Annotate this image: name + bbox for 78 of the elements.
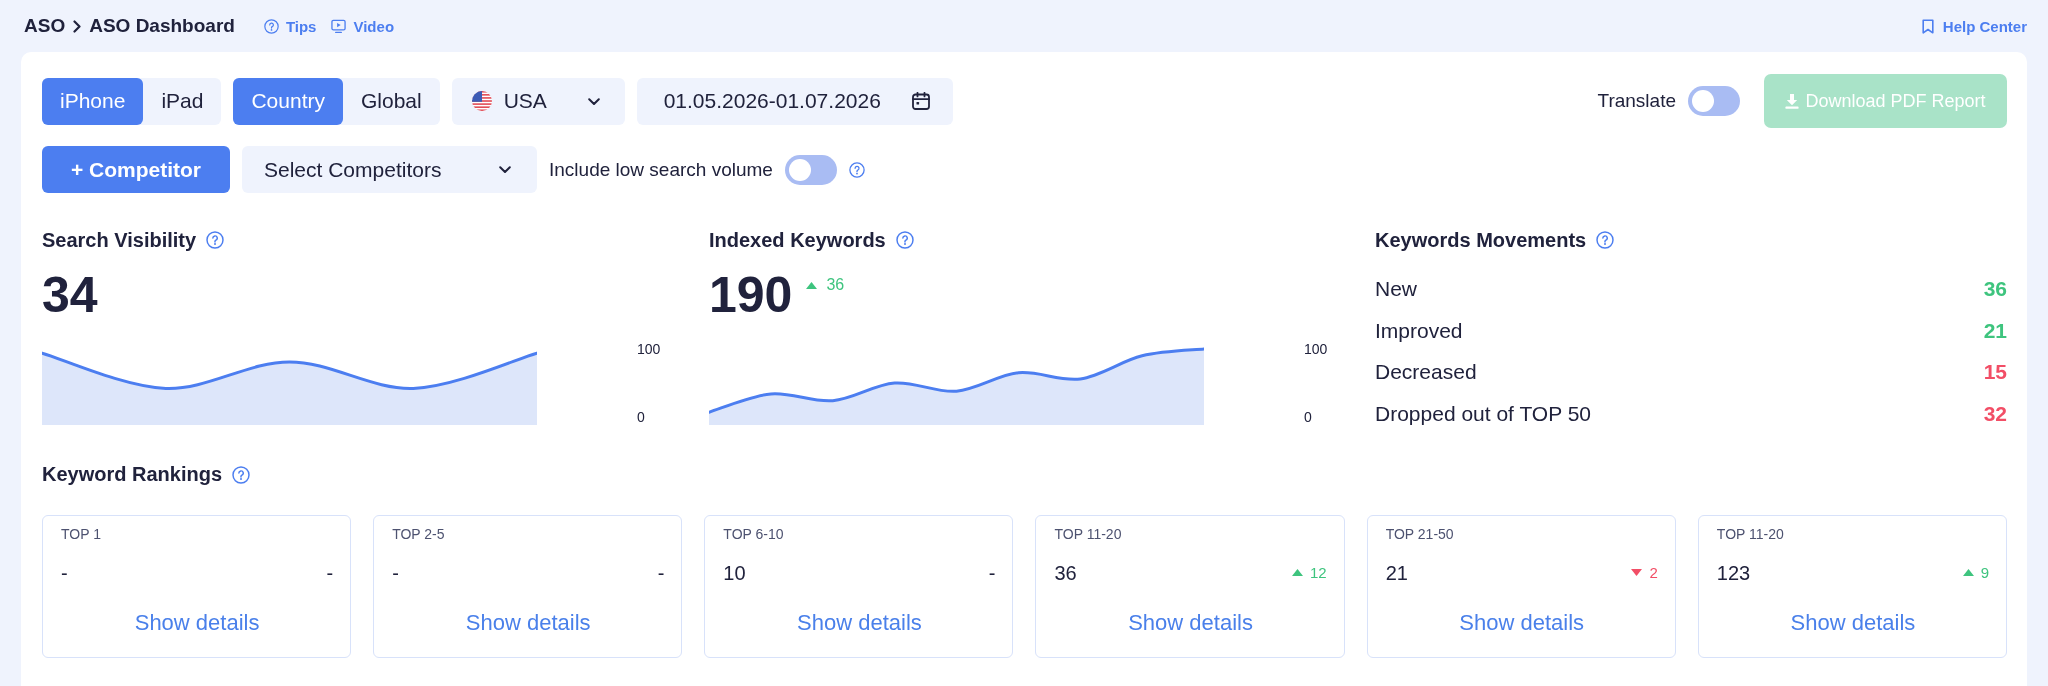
scale-label: 100 [637,341,661,357]
section-title: Keywords Movements [1375,228,1587,252]
help-center-link[interactable]: Help Center [1921,17,2027,35]
chevron-right-icon [73,19,82,33]
scale-label: 0 [637,409,645,425]
show-details-link[interactable]: Show details [1790,609,1916,636]
show-details-link[interactable]: Show details [797,609,922,636]
count-change: - [326,560,334,586]
scale-label: 0 [1304,409,1312,425]
country-dropdown[interactable]: USA [451,77,625,125]
chevron-down-icon [587,97,600,105]
competitor-dropdown[interactable]: Select Competitors [242,146,537,193]
section-title: Search Visibility [42,228,197,252]
keyword-count: 36 [1054,560,1077,586]
rank-range-label: TOP 2-5 [392,525,445,542]
segment-tab[interactable]: Global [342,77,440,125]
movement-count: 21 [1983,317,2007,344]
keyword-count: - [61,560,68,586]
add-competitor-button[interactable]: + Competitor [42,146,230,193]
help-icon[interactable] [895,231,914,249]
bookmark-icon [1921,18,1934,34]
keyword-count: 21 [1385,560,1408,586]
flag-icon [471,91,492,111]
section-title: Indexed Keywords [709,228,886,252]
video-icon [331,18,347,34]
movement-count: 36 [1983,276,2007,302]
page-title: ASO Dashboard [89,15,235,37]
help-icon[interactable] [1596,231,1615,249]
count-change: 12 [1309,563,1327,582]
count-change: 9 [1980,563,1989,582]
show-details-link[interactable]: Show details [134,609,260,636]
movement-label: Dropped out of TOP 50 [1375,400,1591,427]
metric-change: 36 [826,277,845,293]
section-title: Keyword Rankings [42,463,223,487]
count-change: - [988,560,996,586]
breadcrumb-link[interactable]: ASO [24,15,66,37]
toggle-switch[interactable] [784,154,837,185]
keyword-count: 123 [1716,560,1751,586]
keyword-count: 10 [723,560,746,586]
count-change: - [657,560,665,586]
video-link[interactable]: Video [331,17,395,35]
toggle-switch[interactable] [1688,86,1740,116]
rank-range-label: TOP 11-20 [1716,525,1784,542]
triangle-up-icon [1962,569,1974,577]
toggle-label: Include low search volume [549,158,773,181]
help-icon [263,18,279,34]
help-icon[interactable] [848,161,865,178]
scale-label: 100 [1304,341,1328,357]
help-icon[interactable] [206,231,225,249]
segment-tab[interactable]: iPad [143,77,222,125]
rank-range-label: TOP 6-10 [723,525,784,542]
date-range-picker[interactable]: 01.05.2026-01.07.2026 [636,77,953,125]
rank-range-label: TOP 11-20 [1054,525,1122,542]
triangle-down-icon [1631,569,1643,577]
movement-count: 32 [1983,400,2007,427]
metric-value: 34 [42,267,98,323]
movement-label: New [1375,276,1417,302]
show-details-link[interactable]: Show details [1459,609,1585,636]
show-details-link[interactable]: Show details [1128,609,1253,636]
movement-count: 15 [1983,359,2007,386]
calendar-icon [911,92,930,110]
segment-tab[interactable]: Country [233,77,343,125]
toggle-label: Translate [1597,90,1676,112]
triangle-up-icon [1291,569,1303,577]
triangle-up-icon [806,281,818,289]
chevron-down-icon [499,166,511,173]
rank-range-label: TOP 1 [61,525,101,542]
rank-range-label: TOP 21-50 [1385,525,1454,542]
movement-label: Improved [1375,317,1463,344]
keyword-count: - [392,560,399,586]
count-change: 2 [1649,563,1658,582]
show-details-link[interactable]: Show details [465,609,591,636]
movement-label: Decreased [1375,359,1477,386]
download-icon [1785,93,1800,109]
segment-tab[interactable]: iPhone [42,77,144,125]
metric-value: 190 [709,267,793,323]
help-icon[interactable] [232,465,251,484]
help-link[interactable]: Tips [263,17,317,35]
